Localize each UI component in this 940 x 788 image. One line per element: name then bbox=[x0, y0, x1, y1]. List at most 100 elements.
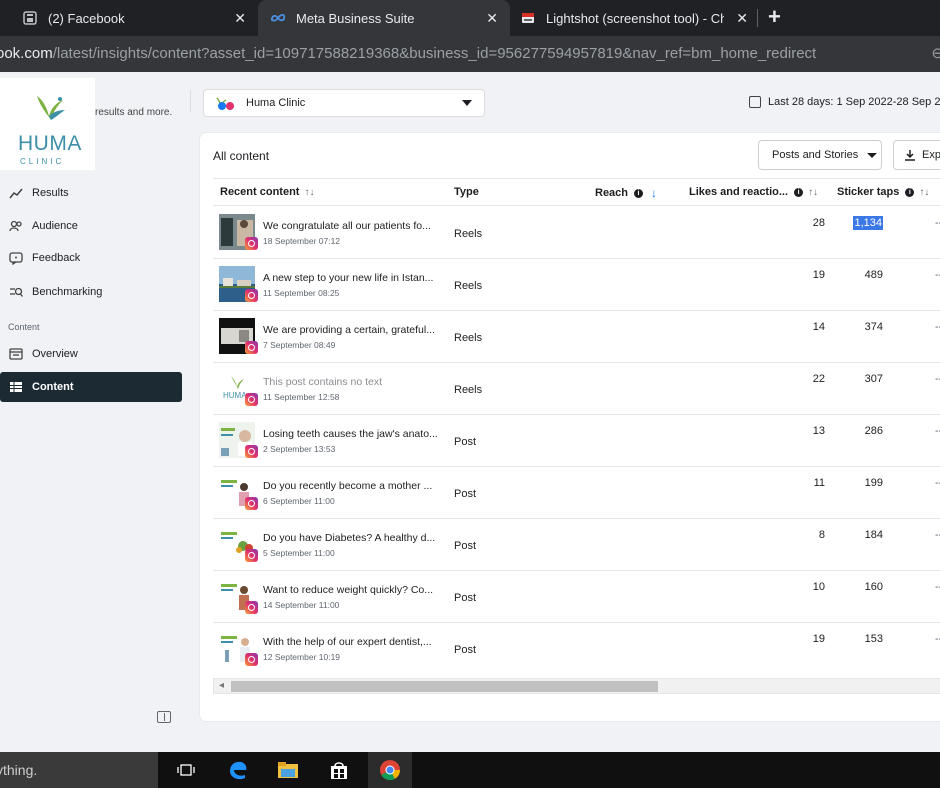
post-type: Post bbox=[454, 540, 477, 552]
edge-browser-icon[interactable] bbox=[216, 752, 260, 788]
post-type: Reels bbox=[454, 280, 483, 292]
instagram-icon bbox=[245, 497, 258, 510]
table-row[interactable]: Want to reduce weight quickly? Co... 14 … bbox=[213, 571, 940, 623]
horizontal-scrollbar[interactable]: ◂ ▸ bbox=[213, 678, 940, 694]
tab-facebook[interactable]: (2) Facebook ✕ bbox=[0, 0, 258, 36]
store-icon[interactable] bbox=[317, 752, 361, 788]
post-caption: Do you have Diabetes? A healthy d... bbox=[263, 532, 436, 544]
close-tab-icon[interactable]: ✕ bbox=[486, 10, 498, 27]
tab-title: Lightshot (screenshot tool) - Chr bbox=[546, 10, 724, 26]
sort-icon[interactable]: ↑↓ bbox=[808, 187, 818, 198]
info-icon[interactable]: i bbox=[634, 188, 644, 198]
date-range-picker[interactable]: Last 28 days: 1 Sep 2022-28 Sep 202 bbox=[749, 96, 940, 108]
address-bar[interactable]: ook.com/latest/insights/content?asset_id… bbox=[0, 36, 940, 72]
table-row[interactable]: HUMA This post contains no text 11 Septe… bbox=[213, 363, 940, 415]
content-icon bbox=[8, 379, 24, 395]
post-date: 7 September 08:49 bbox=[263, 340, 336, 350]
huma-clinic-logo: HUMA CLINIC bbox=[0, 78, 95, 170]
table-header: Recent content ↑↓ Type Reach i ↓ Likes and … bbox=[213, 178, 940, 206]
url-text[interactable]: ook.com/latest/insights/content?asset_id… bbox=[0, 45, 816, 62]
chevron-down-icon bbox=[462, 100, 472, 106]
scrollbar-thumb[interactable] bbox=[231, 681, 658, 692]
browser-tab-strip: (2) Facebook ✕ Meta Business Suite ✕ Lig… bbox=[0, 0, 940, 36]
post-type: Post bbox=[454, 592, 477, 604]
instagram-icon bbox=[245, 601, 258, 614]
sidebar-item-label: Content bbox=[32, 381, 74, 393]
column-likes-reactions[interactable]: Likes and reactio... i ↑↓ bbox=[689, 186, 818, 198]
close-tab-icon[interactable]: ✕ bbox=[234, 10, 246, 27]
zoom-icon[interactable]: ⊖ bbox=[931, 44, 940, 62]
post-sticker-taps: -- bbox=[935, 477, 940, 489]
tab-lightshot[interactable]: Lightshot (screenshot tool) - Chr ✕ bbox=[510, 0, 758, 36]
sidebar-item-content[interactable]: Content bbox=[0, 372, 182, 402]
post-sticker-taps: -- bbox=[935, 269, 940, 281]
table-row[interactable]: A new step to your new life in Istan... … bbox=[213, 259, 940, 311]
info-icon[interactable]: i bbox=[794, 187, 804, 197]
post-date: 11 September 12:58 bbox=[263, 392, 340, 402]
sort-icon[interactable]: ↑↓ bbox=[304, 187, 314, 198]
scroll-left-icon[interactable]: ◂ bbox=[219, 680, 224, 691]
post-reach: 160 bbox=[864, 581, 883, 593]
sort-descending-icon[interactable]: ↓ bbox=[651, 186, 657, 200]
close-tab-icon[interactable]: ✕ bbox=[736, 10, 748, 27]
sidebar-item-audience[interactable]: Audience bbox=[0, 211, 182, 241]
tab-meta-business-suite[interactable]: Meta Business Suite ✕ bbox=[258, 0, 510, 36]
sidebar-item-label: Results bbox=[32, 187, 69, 199]
post-likes: 10 bbox=[812, 581, 825, 593]
instagram-icon bbox=[245, 289, 258, 302]
bird-logo-icon bbox=[37, 96, 65, 120]
collapse-sidebar-icon[interactable] bbox=[157, 711, 171, 723]
post-date: 18 September 07:12 bbox=[263, 236, 341, 246]
table-row[interactable]: Do you have Diabetes? A healthy d... 5 S… bbox=[213, 519, 940, 571]
sort-icon[interactable]: ↑↓ bbox=[919, 187, 929, 198]
sidebar-item-label: Feedback bbox=[32, 252, 81, 264]
export-button[interactable]: Exp bbox=[893, 140, 940, 170]
sidebar-item-results[interactable]: Results bbox=[0, 178, 182, 208]
date-range-label: Last 28 days: 1 Sep 2022-28 Sep 202 bbox=[768, 96, 940, 108]
new-tab-button[interactable]: + bbox=[768, 5, 781, 29]
post-likes: 19 bbox=[812, 633, 825, 645]
column-sticker-taps[interactable]: Sticker taps i ↑↓ bbox=[837, 186, 929, 198]
sidebar: HUMA CLINIC results and more. Results Au… bbox=[0, 72, 190, 752]
post-reach: 374 bbox=[864, 321, 883, 333]
post-type: Post bbox=[454, 644, 477, 656]
filter-label: Posts and Stories bbox=[772, 149, 859, 161]
post-caption: With the help of our expert dentist,... bbox=[263, 636, 432, 648]
post-reach: 307 bbox=[864, 373, 883, 385]
post-caption: Do you recently become a mother ... bbox=[263, 480, 433, 492]
table-row[interactable]: Do you recently become a mother ... 6 Se… bbox=[213, 467, 940, 519]
chevron-down-icon bbox=[867, 152, 878, 158]
post-type: Reels bbox=[454, 332, 483, 344]
column-label: Reach bbox=[595, 187, 629, 199]
post-date: 6 September 11:00 bbox=[263, 496, 335, 506]
feedback-icon bbox=[8, 250, 24, 266]
post-sticker-taps: -- bbox=[935, 633, 940, 645]
instagram-icon bbox=[245, 341, 258, 354]
posts-and-stories-filter[interactable]: Posts and Stories bbox=[758, 140, 882, 170]
file-explorer-icon[interactable] bbox=[266, 752, 310, 788]
column-label: Recent content bbox=[220, 186, 300, 198]
post-reach: 489 bbox=[864, 269, 883, 281]
overview-icon bbox=[8, 346, 24, 362]
taskbar-search-box[interactable]: ything. bbox=[0, 752, 158, 788]
post-sticker-taps: -- bbox=[935, 373, 940, 385]
table-row[interactable]: With the help of our expert dentist,... … bbox=[213, 623, 940, 675]
task-view-icon[interactable] bbox=[164, 752, 208, 788]
sidebar-item-overview[interactable]: Overview bbox=[0, 339, 182, 369]
column-recent-content[interactable]: Recent content ↑↓ bbox=[220, 186, 314, 198]
column-type: Type bbox=[454, 186, 479, 198]
instagram-icon bbox=[245, 653, 258, 666]
table-row[interactable]: We are providing a certain, grateful... … bbox=[213, 311, 940, 363]
results-icon bbox=[8, 185, 24, 201]
table-row[interactable]: Losing teeth causes the jaw's anato... 2… bbox=[213, 415, 940, 467]
table-row[interactable]: We congratulate all our patients fo... 1… bbox=[213, 207, 940, 259]
sidebar-item-benchmarking[interactable]: Benchmarking bbox=[0, 277, 182, 307]
info-icon[interactable]: i bbox=[905, 187, 915, 197]
facebook-tab-icon bbox=[22, 10, 38, 26]
post-sticker-taps: -- bbox=[935, 581, 940, 593]
post-caption: We are providing a certain, grateful... bbox=[263, 324, 435, 336]
sidebar-item-feedback[interactable]: Feedback bbox=[0, 243, 182, 273]
chrome-icon[interactable] bbox=[368, 752, 412, 788]
account-selector[interactable]: Huma Clinic bbox=[203, 89, 485, 117]
column-reach[interactable]: Reach i ↓ bbox=[595, 186, 657, 200]
